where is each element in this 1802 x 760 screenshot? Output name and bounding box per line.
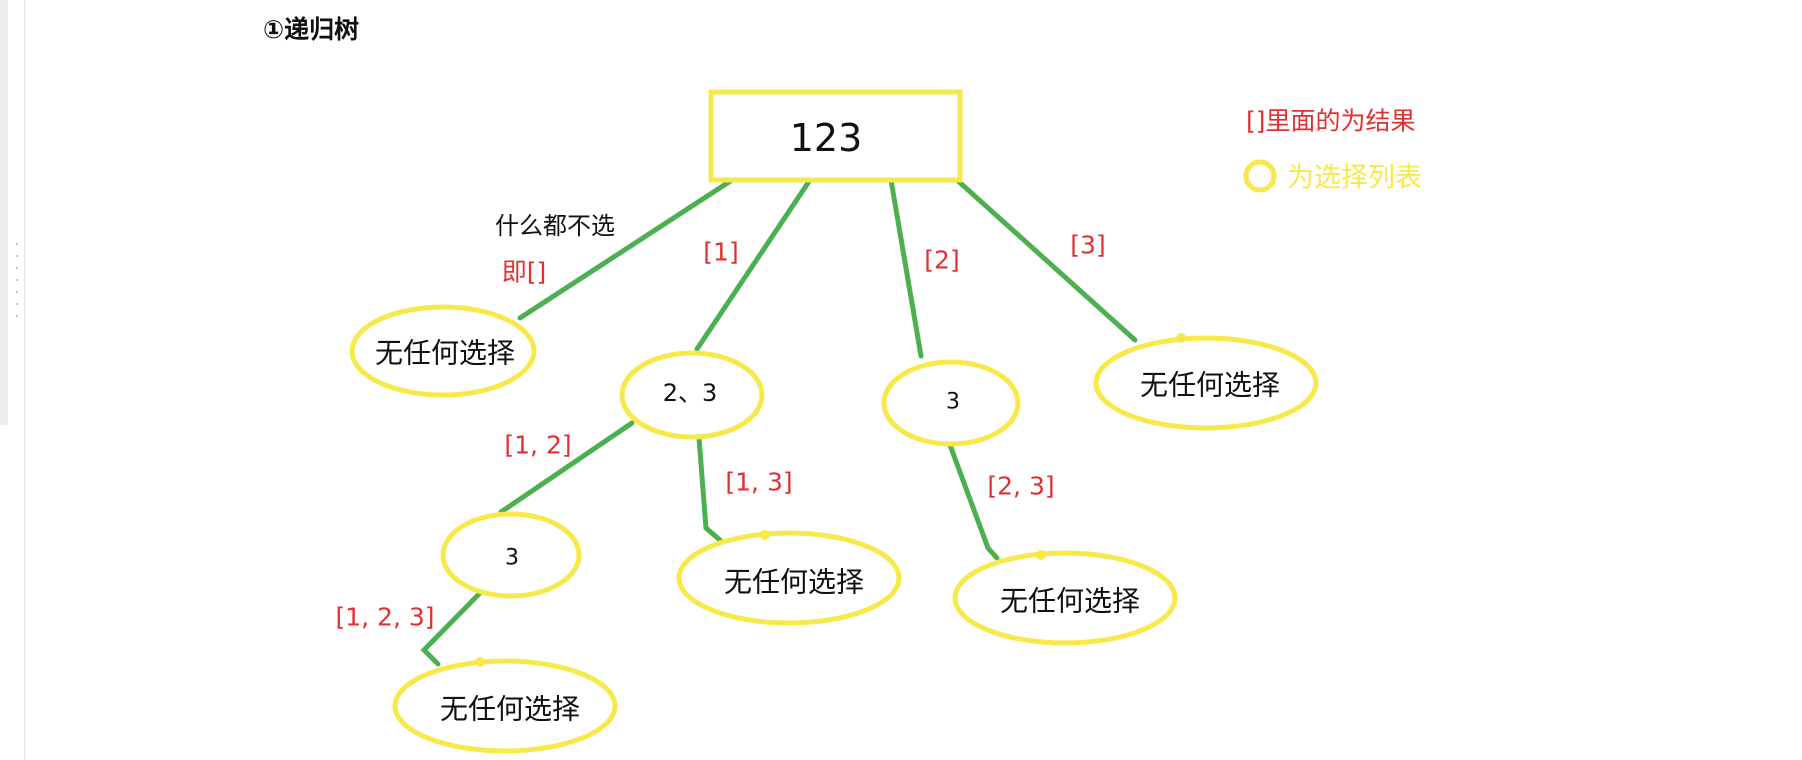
- node-empty-3-label: 无任何选择: [1140, 369, 1280, 402]
- edge-n23-to-empty13: [696, 435, 723, 543]
- legend-choice-icon: [1243, 159, 1277, 193]
- edge-label-1-3: [1, 3]: [725, 468, 792, 497]
- node-empty-root-label: 无任何选择: [375, 337, 515, 370]
- recursion-tree-diagram: 123 无任何选择 2、3 3 无任何选择 3 无任何选择 无任何选择 无任何选…: [335, 89, 1422, 754]
- connector-dot: [1176, 333, 1186, 343]
- edge-label-1-2: [1, 2]: [504, 431, 571, 460]
- edge-label-1-2-3: [1, 2, 3]: [335, 603, 434, 632]
- edge-root-to-n3: [888, 177, 924, 359]
- edge-root-to-empty3: [954, 177, 1138, 343]
- node-empty-23-label: 无任何选择: [1000, 585, 1140, 618]
- edge-root-to-empty: [517, 177, 735, 321]
- edge-label-empty: 即[]: [502, 258, 547, 287]
- connector-dot: [1036, 550, 1046, 560]
- edge-label-2-3: [2, 3]: [987, 472, 1054, 501]
- node-3-low-label: 3: [505, 546, 519, 571]
- edge-label-3: [3]: [1070, 231, 1105, 260]
- edge-label-2: [2]: [924, 246, 959, 275]
- legend-result-text: []里面的为结果: [1246, 107, 1416, 136]
- connector-dot: [475, 657, 485, 667]
- node-2-3-label: 2、3: [663, 379, 718, 407]
- node-empty-123-label: 无任何选择: [440, 693, 580, 726]
- node-3-mid-label: 3: [946, 390, 960, 415]
- node-empty-13-label: 无任何选择: [724, 566, 864, 599]
- legend-choice-text: 为选择列表: [1287, 163, 1422, 194]
- connector-dot: [760, 530, 770, 540]
- edge-label-1: [1]: [703, 238, 738, 267]
- note-choose-nothing: 什么都不选: [495, 212, 615, 240]
- root-node-label: 123: [790, 116, 863, 160]
- edge-n3-to-empty23: [947, 442, 1000, 561]
